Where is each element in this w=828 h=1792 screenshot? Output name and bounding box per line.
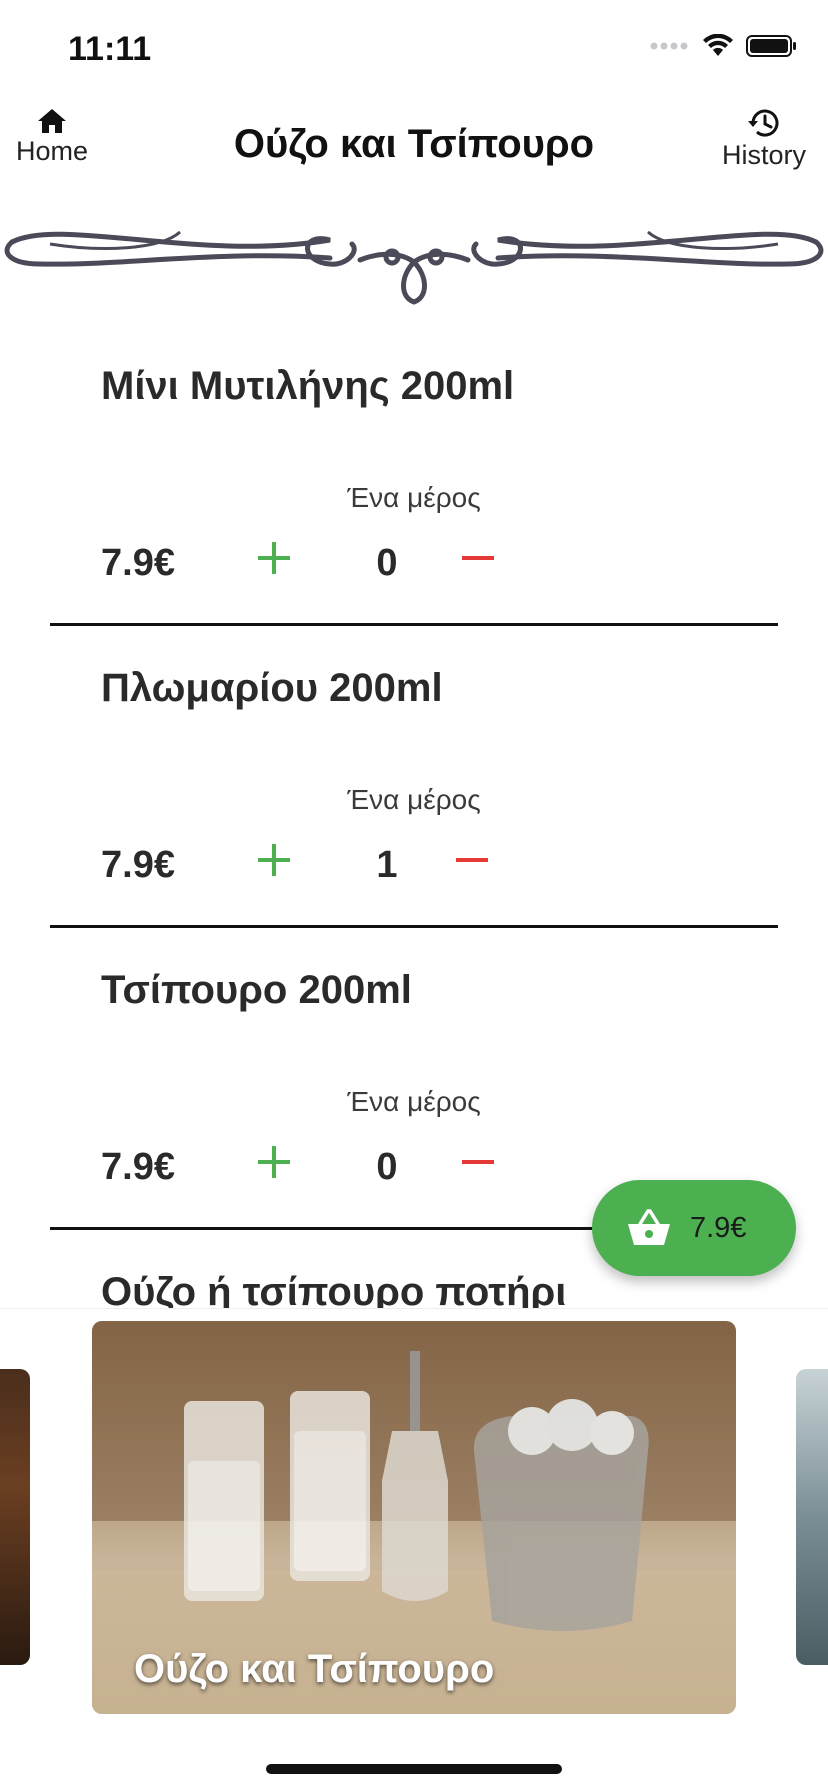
minus-icon[interactable] — [458, 538, 498, 578]
carousel-card-previous[interactable] — [0, 1369, 30, 1665]
product-price: 7.9€ — [101, 1146, 175, 1188]
product-item: Πλωμαρίου 200ml Ένα μέρος 7.9€ 1 — [0, 632, 828, 934]
quantity-value: 0 — [376, 542, 398, 584]
plus-icon[interactable] — [254, 840, 294, 880]
divider — [50, 623, 778, 626]
product-portion: Ένα μέρος — [347, 784, 481, 815]
product-name: Τσίπουρο 200ml — [101, 968, 412, 1012]
product-portion: Ένα μέρος — [347, 1086, 481, 1117]
product-name: Μίνι Μυτιλήνης 200ml — [101, 364, 515, 408]
plus-icon[interactable] — [254, 1142, 294, 1182]
plus-icon[interactable] — [254, 538, 294, 578]
minus-icon[interactable] — [452, 840, 492, 880]
product-portion: Ένα μέρος — [347, 482, 481, 513]
battery-icon — [746, 35, 796, 57]
history-button[interactable]: History — [722, 108, 806, 171]
history-label: History — [721, 140, 806, 170]
minus-icon[interactable] — [458, 1142, 498, 1182]
product-list: Μίνι Μυτιλήνης 200ml Ένα μέρος 7.9€ 0 Πλ… — [0, 330, 828, 1310]
wifi-icon — [703, 34, 733, 56]
divider — [50, 925, 778, 928]
product-price: 7.9€ — [101, 542, 175, 584]
product-name: Πλωμαρίου 200ml — [101, 666, 443, 710]
product-item: Μίνι Μυτιλήνης 200ml Ένα μέρος 7.9€ 0 — [0, 330, 828, 632]
carousel-card-next[interactable] — [796, 1369, 828, 1665]
quantity-value: 0 — [376, 1146, 398, 1188]
ornament-divider — [4, 230, 824, 305]
cart-button[interactable]: 7.9€ — [592, 1180, 796, 1276]
category-carousel[interactable]: Ούζο και Τσίπουρο — [0, 1308, 828, 1740]
home-indicator — [266, 1764, 562, 1774]
product-name: Ούζο ή τσίπουρο ποτήρι — [101, 1270, 567, 1310]
product-price: 7.9€ — [101, 844, 175, 886]
history-icon — [747, 109, 779, 137]
page-title: Ούζο και Τσίπουρο — [233, 122, 595, 166]
carousel-card-title: Ούζο και Τσίπουρο — [134, 1647, 495, 1691]
navigation-bar: Home Ούζο και Τσίπουρο History — [0, 100, 828, 200]
quantity-value: 1 — [376, 844, 398, 886]
basket-icon — [628, 1209, 670, 1245]
status-icons — [650, 34, 798, 58]
status-bar: 11:11 — [0, 0, 828, 100]
cart-total: 7.9€ — [690, 1211, 747, 1244]
carousel-card-ouzo[interactable]: Ούζο και Τσίπουρο — [92, 1321, 736, 1714]
signal-icon — [650, 42, 688, 50]
status-time: 11:11 — [68, 30, 152, 68]
